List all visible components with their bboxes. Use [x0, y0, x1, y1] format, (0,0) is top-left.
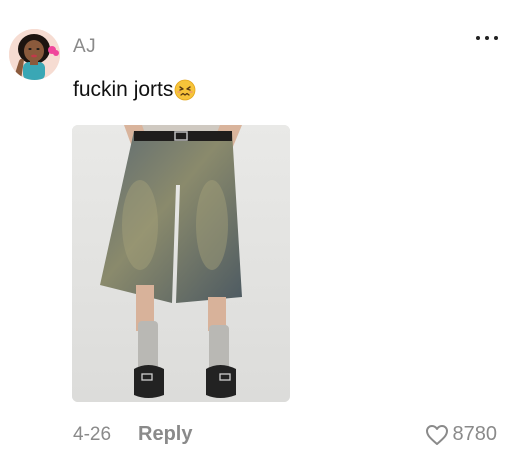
- reply-button[interactable]: Reply: [138, 423, 192, 446]
- comment-text-row: fuckin jorts: [73, 78, 196, 102]
- comment-photo[interactable]: [72, 125, 290, 402]
- comment-text: fuckin jorts: [73, 78, 174, 101]
- more-options-button[interactable]: [476, 32, 498, 44]
- like-button[interactable]: 8780: [425, 423, 498, 446]
- jorts-photo: [72, 125, 290, 402]
- more-dots-icon: [494, 36, 498, 40]
- like-count: 8780: [452, 423, 498, 445]
- more-dots-icon: [476, 36, 480, 40]
- more-dots-icon: [485, 36, 489, 40]
- persevering-face-emoji: [174, 79, 196, 101]
- heart-outline-icon: [425, 424, 448, 445]
- comment-date: 4-26: [73, 424, 112, 445]
- comment-author[interactable]: AJ: [73, 36, 96, 58]
- avatar[interactable]: [9, 29, 60, 80]
- avatar-illustration: [9, 29, 60, 80]
